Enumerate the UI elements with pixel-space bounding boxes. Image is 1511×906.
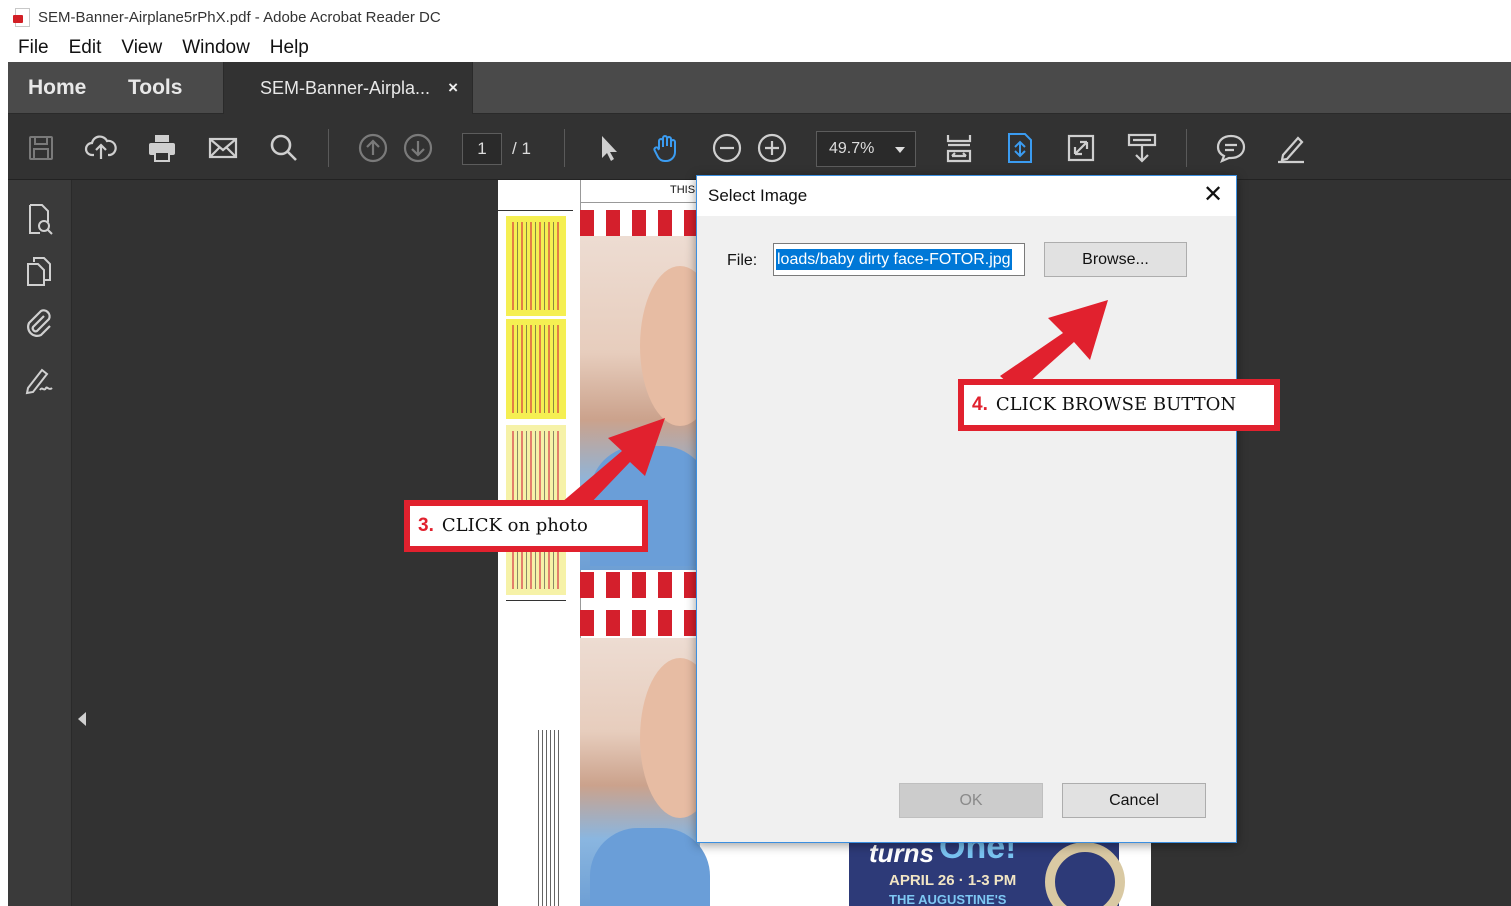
browse-button[interactable]: Browse... [1044, 242, 1187, 277]
email-icon[interactable] [206, 131, 240, 165]
toolbar-separator [1186, 129, 1187, 167]
menu-help[interactable]: Help [270, 37, 309, 59]
instruction-personalize-text [506, 216, 566, 316]
file-path-input[interactable]: loads/baby dirty face-FOTOR.jpg [773, 243, 1025, 276]
page-thumbnails-icon[interactable] [22, 202, 56, 236]
vertical-legal-text [538, 730, 560, 906]
tab-document-label: SEM-Banner-Airpla... [260, 78, 431, 98]
select-image-dialog: Select Image ✕ File: loads/baby dirty fa… [696, 175, 1237, 843]
page-total: / 1 [512, 139, 531, 158]
tab-close-icon[interactable]: × [448, 62, 458, 114]
chevron-down-icon [895, 147, 905, 153]
hand-tool-icon[interactable] [650, 131, 684, 165]
save-icon[interactable] [24, 131, 58, 165]
tab-bar: Home Tools SEM-Banner-Airpla... × [8, 62, 1511, 114]
window-title: SEM-Banner-Airplane5rPhX.pdf - Adobe Acr… [38, 8, 441, 26]
invite-date: APRIL 26 · 1-3 PM [889, 872, 1017, 889]
dialog-title: Select Image [708, 186, 808, 205]
left-navigation-pane [8, 180, 86, 906]
print-icon[interactable] [145, 131, 179, 165]
close-icon[interactable]: ✕ [1200, 182, 1226, 208]
highlight-pen-icon[interactable] [1274, 131, 1308, 165]
step-4-callout: 4. CLICK BROWSE BUTTON [958, 379, 1280, 431]
step-3-text: CLICK on photo [441, 515, 588, 536]
signature-icon[interactable] [22, 362, 56, 396]
menu-edit[interactable]: Edit [69, 37, 102, 59]
attachment-icon[interactable] [22, 306, 56, 340]
ok-button[interactable]: OK [899, 783, 1043, 818]
page-number-input[interactable]: 1 [462, 133, 502, 165]
full-screen-icon[interactable] [1064, 131, 1098, 165]
rule [580, 202, 700, 203]
ship-wheel-icon [1045, 842, 1125, 906]
zoom-level-value: 49.7% [829, 140, 875, 157]
banner-stripes [580, 572, 700, 598]
read-mode-icon[interactable] [1125, 131, 1159, 165]
cloud-upload-icon[interactable] [84, 131, 118, 165]
banner-stripes [580, 210, 700, 236]
zoom-in-icon[interactable] [755, 131, 789, 165]
toolbar: 1 / 1 49.7% [8, 115, 1511, 180]
menu-window[interactable]: Window [182, 37, 250, 59]
page-up-icon[interactable] [356, 131, 390, 165]
tab-tools[interactable]: Tools [128, 62, 182, 114]
step-3-callout: 3. CLICK on photo [404, 500, 648, 552]
select-cursor-icon[interactable] [592, 131, 626, 165]
banner-photo-lower[interactable] [580, 638, 720, 906]
page-down-icon[interactable] [401, 131, 435, 165]
search-icon[interactable] [267, 131, 301, 165]
menu-file[interactable]: File [18, 37, 49, 59]
menu-view[interactable]: View [121, 37, 162, 59]
toolbar-separator [564, 129, 565, 167]
invite-card: turns One! APRIL 26 · 1-3 PM THE AUGUSTI… [849, 828, 1125, 906]
zoom-level-select[interactable]: 49.7% [816, 131, 916, 167]
menu-bar: File Edit View Window Help [8, 34, 1511, 62]
crop-mark [506, 600, 566, 601]
file-path-value: loads/baby dirty face-FOTOR.jpg [776, 249, 1012, 270]
window-titlebar: SEM-Banner-Airplane5rPhX.pdf - Adobe Acr… [0, 0, 1511, 34]
tab-document[interactable]: SEM-Banner-Airpla... × [223, 62, 473, 114]
fit-page-icon[interactable] [942, 131, 976, 165]
step-3-number: 3. [418, 515, 434, 536]
comment-icon[interactable] [1214, 131, 1248, 165]
banner-stripes [580, 610, 700, 636]
collapse-pane-arrow-icon[interactable] [78, 712, 86, 726]
instruction-place-photo [506, 319, 566, 419]
scrolling-mode-icon[interactable] [1003, 131, 1037, 165]
tab-home[interactable]: Home [28, 62, 86, 114]
zoom-out-icon[interactable] [710, 131, 744, 165]
pdf-file-icon [12, 7, 32, 27]
cancel-button[interactable]: Cancel [1062, 783, 1206, 818]
invite-place: THE AUGUSTINE'S [889, 892, 1007, 906]
copy-pages-icon[interactable] [22, 254, 56, 288]
file-label: File: [727, 252, 758, 269]
toolbar-separator [328, 129, 329, 167]
step-4-text: CLICK BROWSE BUTTON [995, 394, 1237, 415]
step-4-number: 4. [972, 394, 988, 415]
dialog-titlebar: Select Image [697, 176, 1236, 216]
page-header-fragment: THIS [670, 184, 696, 196]
crop-mark [498, 210, 573, 211]
